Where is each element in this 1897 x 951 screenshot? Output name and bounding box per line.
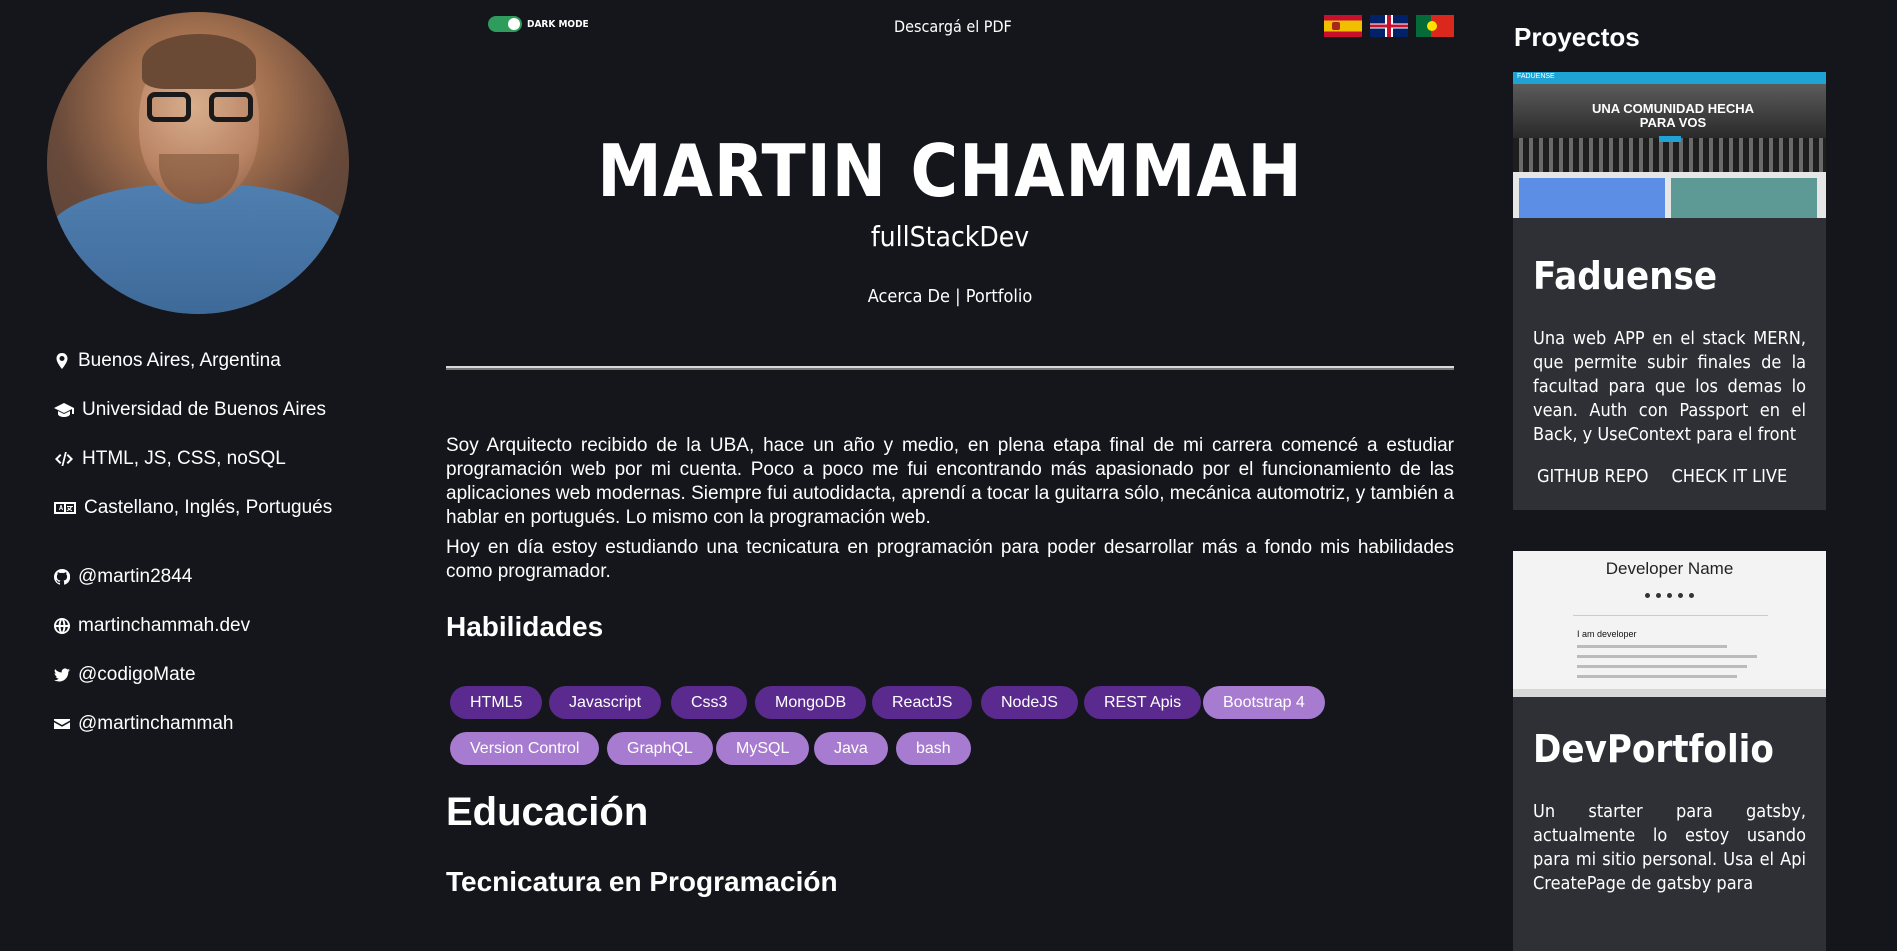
link-github[interactable]: @martin2844: [54, 566, 192, 588]
top-bar: DARK MODE Descargá el PDF: [488, 14, 1454, 38]
thumb-heading: I am developer: [1577, 629, 1637, 639]
thumb-tagline: UNA COMUNIDAD HECHA PARA VOS: [1591, 101, 1754, 130]
download-pdf-link[interactable]: Descargá el PDF: [894, 17, 1012, 36]
project-title: DevPortfolio: [1533, 727, 1774, 771]
thumb-text-line: [1577, 655, 1757, 658]
page-title: MARTIN CHAMMAH: [597, 129, 1303, 213]
about-paragraph-1: Soy Arquitecto recibido de la UBA, hace …: [446, 435, 1454, 528]
skills-heading: Habilidades: [446, 611, 604, 642]
project-title: Faduense: [1533, 254, 1718, 298]
thumb-text-line: [1577, 675, 1737, 678]
skill-chip: MySQL: [716, 732, 810, 765]
nav-about-link[interactable]: Acerca De: [868, 286, 950, 307]
flag-spain-icon[interactable]: [1324, 15, 1362, 37]
flag-portugal-icon[interactable]: [1416, 15, 1454, 37]
thumb-hero: UNA COMUNIDAD HECHA PARA VOS: [1513, 84, 1826, 172]
check-it-live-link[interactable]: CHECK IT LIVE: [1672, 466, 1788, 487]
nav-portfolio-link[interactable]: Portfolio: [966, 286, 1033, 307]
skill-chip: HTML5: [450, 686, 543, 719]
thumb-text-line: [1577, 645, 1727, 648]
info-location-text: Buenos Aires, Argentina: [78, 350, 281, 371]
profile-sidebar: Buenos Aires, Argentina Universidad de B…: [0, 0, 400, 897]
header-divider: [446, 366, 1454, 368]
avatar-glasses: [147, 92, 253, 126]
envelope-icon: [54, 719, 70, 729]
thumb-brand: FADUENSE: [1517, 73, 1555, 80]
thumb-divider: [1573, 615, 1768, 616]
thumb-text-line: [1577, 665, 1747, 668]
map-marker-icon: [56, 353, 68, 369]
flag-uk-icon[interactable]: [1370, 15, 1408, 37]
skill-chip: GraphQL: [607, 732, 713, 765]
projects-heading: Proyectos: [1514, 22, 1640, 52]
thumb-navbar: FADUENSE: [1513, 72, 1826, 84]
info-university: Universidad de Buenos Aires: [54, 399, 326, 421]
globe-icon: [54, 618, 70, 634]
project-card-devportfolio: Developer Name I am developer DevPortfol…: [1513, 551, 1826, 951]
skill-chip: bash: [896, 732, 971, 765]
link-twitter-text[interactable]: @codigoMate: [78, 664, 196, 686]
about-paragraph-2: Hoy en día estoy estudiando una tecnicat…: [446, 537, 1454, 582]
project-card-faduense: FADUENSE UNA COMUNIDAD HECHA PARA VOS Fa…: [1513, 72, 1826, 510]
graduation-cap-icon: [54, 403, 74, 417]
twitter-icon: [54, 668, 70, 682]
skill-chip: Bootstrap 4: [1203, 686, 1325, 719]
thumb-tile: [1519, 178, 1665, 218]
skill-chip: NodeJS: [981, 686, 1078, 719]
info-university-text: Universidad de Buenos Aires: [82, 399, 326, 420]
code-icon: [55, 452, 73, 466]
education-item-title: Tecnicatura en Programación: [446, 866, 838, 897]
section-nav: Acerca De | Portfolio: [446, 286, 1454, 307]
link-github-text[interactable]: @martin2844: [78, 566, 192, 588]
link-website-text[interactable]: martinchammah.dev: [78, 615, 250, 637]
link-email-text[interactable]: @martinchammah: [78, 713, 234, 735]
link-email[interactable]: @martinchammah: [54, 713, 234, 735]
skill-chip: MongoDB: [755, 686, 867, 719]
skill-chip: Version Control: [450, 732, 600, 765]
project-description: Una web APP en el stack MERN, que permit…: [1533, 328, 1806, 445]
link-website[interactable]: martinchammah.dev: [54, 615, 250, 637]
project-actions: GITHUB REPO CHECK IT LIVE: [1537, 466, 1787, 487]
skill-chip: Java: [814, 732, 888, 765]
info-stack-text: HTML, JS, CSS, noSQL: [82, 448, 286, 469]
avatar-hair: [142, 34, 256, 89]
project-thumbnail[interactable]: FADUENSE UNA COMUNIDAD HECHA PARA VOS: [1513, 72, 1826, 218]
avatar: [47, 12, 349, 314]
skill-chip: REST Apis: [1084, 686, 1202, 719]
nav-separator: |: [950, 286, 966, 307]
language-icon: [54, 502, 76, 514]
thumb-tile: [1671, 178, 1817, 218]
skill-chip: Css3: [671, 686, 748, 719]
github-icon: [54, 569, 70, 585]
github-repo-link[interactable]: GITHUB REPO: [1537, 466, 1649, 487]
about-section: Soy Arquitecto recibido de la UBA, hace …: [446, 434, 1454, 590]
dark-mode-toggle[interactable]: [488, 16, 522, 32]
language-switcher: [1324, 15, 1454, 37]
info-languages: Castellano, Inglés, Portugués: [54, 497, 332, 519]
info-stack: HTML, JS, CSS, noSQL: [54, 448, 286, 470]
education-heading: Educación: [446, 790, 649, 834]
role-subtitle: fullStackDev: [870, 220, 1030, 253]
thumb-footer: [1513, 689, 1826, 697]
skill-chip: ReactJS: [872, 686, 973, 719]
toggle-knob: [508, 18, 520, 30]
info-location: Buenos Aires, Argentina: [54, 350, 281, 372]
thumb-title: Developer Name: [1605, 559, 1734, 578]
project-description: Un starter para gatsby, actualmente lo e…: [1533, 801, 1806, 894]
thumb-social-icons: [1645, 593, 1694, 598]
info-languages-text: Castellano, Inglés, Portugués: [84, 497, 333, 518]
thumb-hero-button: [1659, 136, 1681, 142]
thumb-building: [1513, 138, 1826, 172]
skill-chip: Javascript: [549, 686, 662, 719]
dark-mode-label: DARK MODE: [527, 19, 589, 30]
project-thumbnail[interactable]: Developer Name I am developer: [1513, 551, 1826, 697]
link-twitter[interactable]: @codigoMate: [54, 664, 196, 686]
